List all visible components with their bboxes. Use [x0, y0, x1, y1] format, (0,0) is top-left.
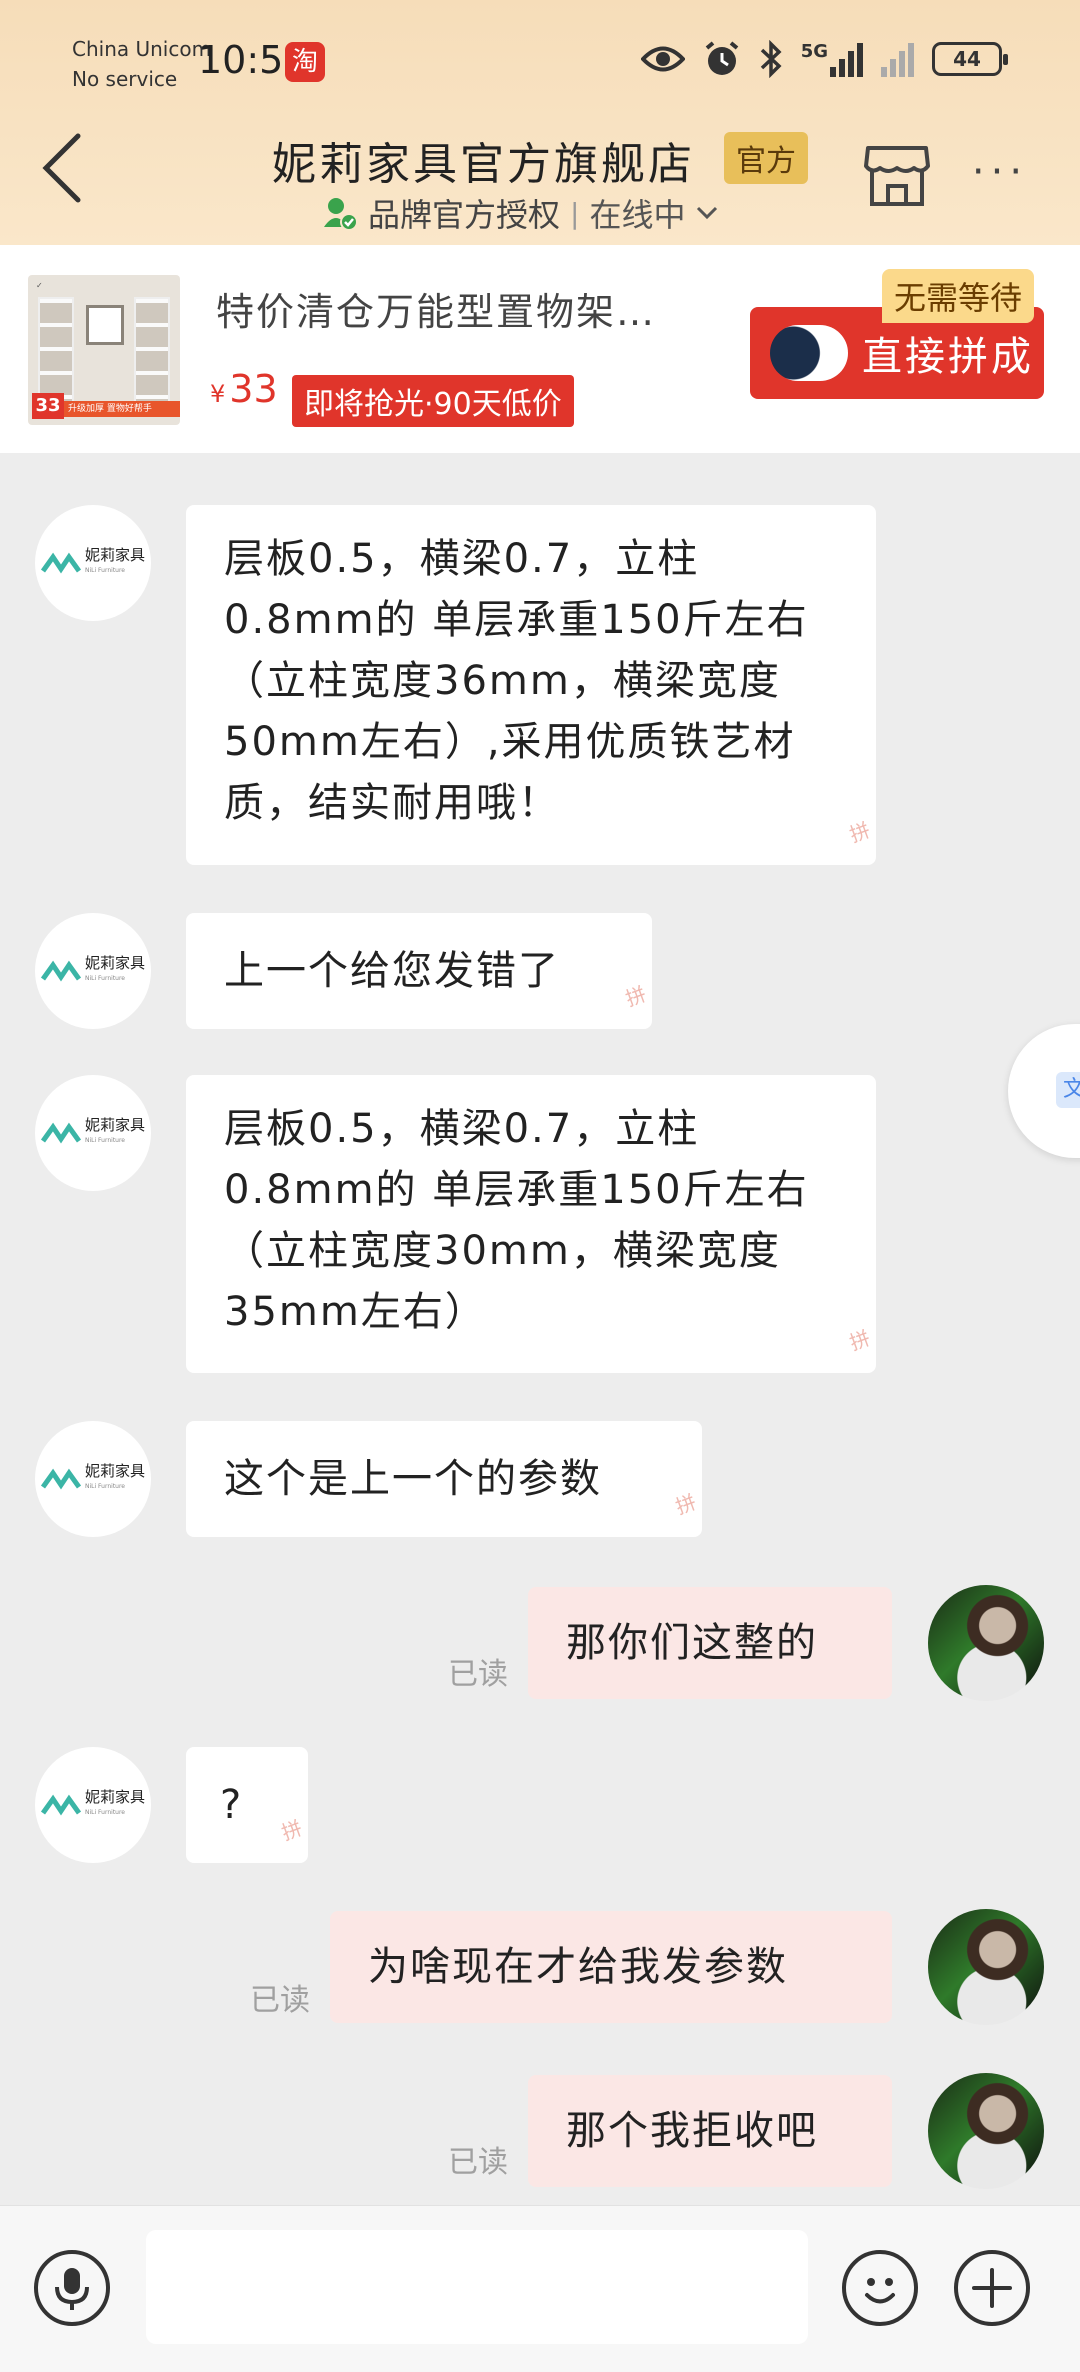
shop-logo-icon	[40, 1794, 81, 1816]
carrier-service: No service	[72, 67, 178, 91]
official-badge: 官方	[724, 132, 808, 184]
message-bubble[interactable]: ?	[186, 1747, 308, 1863]
product-thumbnail[interactable]: ✓ 33 升级加厚 置物好帮手	[28, 275, 180, 425]
status-icons: 5G 44	[640, 40, 1008, 78]
no-signal-icon	[881, 41, 914, 77]
network-type: 5G	[800, 41, 828, 62]
plus-icon	[972, 2268, 1012, 2308]
message-bubble[interactable]: 层板0.5，横梁0.7，立柱0.8mm的 单层承重150斤左右 （立柱宽度36m…	[186, 505, 876, 865]
price-value: 33	[229, 367, 278, 411]
product-title[interactable]: 特价清仓万能型置物架…	[216, 281, 656, 336]
microphone-icon	[55, 2268, 89, 2310]
store-button[interactable]	[862, 142, 932, 210]
bluetooth-icon	[760, 40, 782, 78]
thumb-price: 33	[32, 393, 64, 419]
top-area: China Unicom No service 10:55 淘 5G 44 妮莉…	[0, 0, 1080, 245]
shop-avatar[interactable]: 妮莉家具 NiLi Furniture	[35, 1075, 151, 1191]
buy-label: 直接拼成	[862, 334, 1034, 380]
thumb-logo: ✓	[36, 281, 43, 290]
shop-logo-icon	[40, 960, 81, 982]
shop-logo-icon	[40, 1122, 81, 1144]
user-avatar[interactable]	[928, 1909, 1044, 2025]
translate-icon: 文	[1056, 1072, 1080, 1108]
no-wait-badge: 无需等待	[882, 269, 1035, 323]
shop-avatar-brand: 妮莉家具	[84, 546, 145, 564]
carrier-name: China Unicom	[72, 37, 212, 61]
alarm-icon	[705, 41, 738, 75]
message-bubble[interactable]: 那你们这整的	[528, 1587, 892, 1699]
thumb-strip: 升级加厚 置物好帮手	[64, 401, 180, 417]
battery-icon: 44	[932, 42, 1008, 76]
read-receipt: 已读	[448, 1657, 508, 1692]
back-button[interactable]	[36, 128, 96, 208]
chat-messages[interactable]: 妮莉家具 NiLi Furniture 层板0.5，横梁0.7，立柱0.8mm的 …	[0, 453, 1080, 2205]
more-actions-button[interactable]	[954, 2250, 1030, 2326]
message-input[interactable]	[146, 2230, 808, 2344]
promo-tag: 即将抢光·90天低价	[292, 375, 574, 427]
shop-avatar-brand: 妮莉家具	[84, 1116, 145, 1134]
read-receipt: 已读	[250, 1983, 310, 2018]
taobao-notification-icon: 淘	[285, 42, 325, 82]
user-avatar[interactable]	[928, 2073, 1044, 2189]
signal-bars-icon	[830, 41, 863, 77]
shop-avatar-sub: NiLi Furniture	[84, 1483, 125, 1490]
shop-avatar-brand: 妮莉家具	[84, 1788, 145, 1806]
message-bubble[interactable]: 层板0.5，横梁0.7，立柱0.8mm的 单层承重150斤左右 （立柱宽度30m…	[186, 1075, 876, 1373]
emoji-button[interactable]	[842, 2250, 918, 2326]
shop-avatar-sub: NiLi Furniture	[84, 1809, 125, 1816]
smiley-icon	[865, 2278, 895, 2304]
shop-avatar[interactable]: 妮莉家具 NiLi Furniture	[35, 913, 151, 1029]
shop-title[interactable]: 妮莉家具官方旗舰店	[272, 128, 695, 192]
currency-symbol: ¥	[210, 380, 226, 408]
chat-header: 妮莉家具官方旗舰店 官方 品牌官方授权 | 在线中 ···	[0, 118, 1080, 245]
shop-avatar[interactable]: 妮莉家具 NiLi Furniture	[35, 1747, 151, 1863]
message-bubble[interactable]: 为啥现在才给我发参数	[330, 1911, 892, 2023]
product-price: ¥ 33	[210, 367, 278, 411]
moon-planet-icon	[770, 325, 848, 381]
chevron-down-icon	[697, 206, 718, 220]
shop-avatar[interactable]: 妮莉家具 NiLi Furniture	[35, 1421, 151, 1537]
shop-logo-icon	[40, 552, 81, 574]
input-bar	[0, 2205, 1080, 2372]
message-bubble[interactable]: 这个是上一个的参数	[186, 1421, 702, 1537]
shop-avatar[interactable]: 妮莉家具 NiLi Furniture	[35, 505, 151, 621]
eye-icon	[640, 46, 685, 72]
shop-avatar-sub: NiLi Furniture	[84, 567, 125, 574]
shop-avatar-sub: NiLi Furniture	[84, 1137, 125, 1144]
voice-button[interactable]	[34, 2250, 110, 2326]
read-receipt: 已读	[448, 2145, 508, 2180]
shelf-graphic	[134, 297, 170, 415]
shop-logo-icon	[40, 1468, 81, 1490]
shop-avatar-brand: 妮莉家具	[84, 1462, 145, 1480]
verified-user-icon	[324, 198, 358, 231]
more-options-button[interactable]: ···	[960, 144, 1040, 204]
window-graphic	[86, 305, 124, 345]
signal-5g: 5G	[801, 41, 863, 77]
status-bar: China Unicom No service 10:55 淘 5G 44	[0, 0, 1080, 120]
message-bubble[interactable]: 那个我拒收吧	[528, 2075, 892, 2187]
product-card[interactable]: ✓ 33 升级加厚 置物好帮手 特价清仓万能型置物架… ¥ 33 即将抢光·90…	[0, 245, 1080, 453]
user-avatar[interactable]	[928, 1585, 1044, 1701]
carrier-info: China Unicom No service	[72, 34, 211, 94]
shop-status-line[interactable]: 品牌官方授权 | 在线中	[322, 190, 719, 236]
shop-avatar-brand: 妮莉家具	[84, 954, 145, 972]
online-status: 在线中	[589, 196, 686, 234]
shop-avatar-sub: NiLi Furniture	[84, 975, 125, 982]
auth-text: 品牌官方授权	[368, 196, 561, 234]
divider: |	[570, 196, 580, 230]
message-bubble[interactable]: 上一个给您发错了	[186, 913, 652, 1029]
